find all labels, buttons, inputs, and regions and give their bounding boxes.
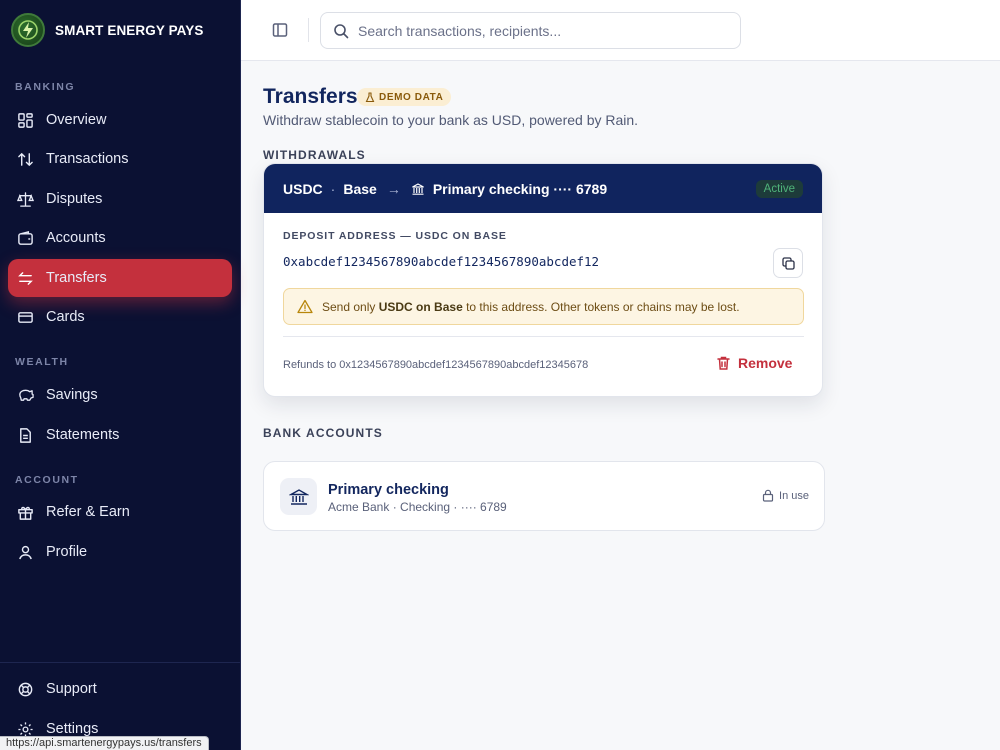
sidebar-divider: [0, 662, 240, 663]
bank-accounts-heading: BANK ACCOUNTS: [263, 426, 383, 440]
sidebar-item-label: Statements: [46, 427, 120, 443]
bank-account-name: Primary checking: [328, 482, 449, 498]
lifebuoy-icon: [18, 682, 33, 696]
warning-text: Send only USDC on Base to this address. …: [322, 300, 740, 314]
warning-text-bold: USDC on Base: [378, 299, 463, 314]
section-label-wealth: WEALTH: [15, 356, 69, 368]
separator-dot: ·: [330, 180, 336, 197]
in-use-label: In use: [779, 489, 809, 502]
sidebar-item-label: Disputes: [46, 191, 103, 207]
sidebar-item-support[interactable]: Support: [8, 670, 232, 708]
gift-icon: [18, 506, 33, 520]
deposit-address-label: DEPOSIT ADDRESS — USDC ON BASE: [283, 230, 507, 242]
topbar: [241, 0, 1000, 61]
grid-icon: [18, 112, 33, 128]
status-badge: Active: [755, 179, 803, 198]
sidebar-item-transactions[interactable]: Transactions: [8, 140, 232, 178]
bank-account-card[interactable]: Primary checking Acme Bank · Checking · …: [263, 461, 825, 531]
wallet-icon: [18, 230, 33, 245]
withdrawal-card-header: USDC · Base → Primary checking ···· 6789…: [264, 164, 822, 213]
chain-label: Base: [343, 180, 377, 197]
remove-label: Remove: [738, 355, 793, 371]
sidebar-item-label: Settings: [46, 721, 99, 737]
sidebar-item-label: Cards: [46, 309, 85, 325]
sidebar-toggle-icon: [272, 23, 288, 37]
warning-icon: [297, 299, 313, 314]
sidebar-item-overview[interactable]: Overview: [8, 101, 232, 139]
sidebar-item-disputes[interactable]: Disputes: [8, 180, 232, 218]
warning-text-post: to this address. Other tokens or chains …: [462, 299, 740, 314]
trash-icon: [717, 356, 730, 370]
sidebar-item-label: Overview: [46, 112, 107, 128]
deposit-address: 0xabcdef1234567890abcdef1234567890abcdef…: [283, 254, 600, 269]
sidebar-item-transfers[interactable]: Transfers: [8, 259, 232, 297]
scale-icon: [17, 191, 34, 207]
sidebar-toggle-button[interactable]: [270, 20, 290, 40]
gear-icon: [18, 721, 33, 737]
sidebar: SMART ENERGY PAYS BANKING Overview Trans…: [0, 0, 241, 750]
token-label: USDC: [283, 180, 323, 197]
user-icon: [19, 545, 32, 559]
search-icon: [334, 23, 349, 38]
sidebar-item-savings[interactable]: Savings: [8, 376, 232, 414]
card-divider: [283, 336, 804, 337]
demo-badge-label: DEMO DATA: [379, 91, 444, 103]
bank-icon: [280, 478, 317, 515]
warning-banner: Send only USDC on Base to this address. …: [283, 288, 804, 325]
sidebar-item-profile[interactable]: Profile: [8, 533, 232, 571]
sidebar-item-label: Profile: [46, 544, 88, 560]
sidebar-item-label: Transactions: [46, 151, 129, 167]
withdrawals-heading: WITHDRAWALS: [263, 148, 366, 162]
withdrawal-card: USDC · Base → Primary checking ···· 6789…: [263, 163, 823, 397]
bank-account-meta: Acme Bank · Checking · ···· 6789: [328, 500, 507, 514]
section-label-account: ACCOUNT: [15, 474, 79, 486]
page-title: Transfers: [263, 85, 358, 108]
brand-name: SMART ENERGY PAYS: [55, 22, 204, 38]
bank-icon: [412, 182, 424, 195]
sidebar-item-label: Accounts: [46, 230, 106, 246]
sidebar-item-label: Transfers: [46, 270, 107, 286]
search-input[interactable]: [358, 22, 718, 39]
copy-icon: [781, 256, 795, 270]
piggy-bank-icon: [19, 389, 34, 401]
status-bar-url: https://api.smartenergypays.us/transfers: [0, 736, 209, 750]
destination-label: Primary checking ···· 6789: [432, 180, 608, 197]
sidebar-item-label: Savings: [46, 387, 98, 403]
topbar-divider: [308, 18, 309, 42]
card-icon: [18, 311, 33, 323]
sidebar-item-refer-earn[interactable]: Refer & Earn: [8, 493, 232, 531]
arrow-right-icon: →: [386, 180, 401, 197]
sidebar-item-statements[interactable]: Statements: [8, 416, 232, 454]
section-label-banking: BANKING: [15, 81, 76, 93]
demo-data-badge: DEMO DATA: [357, 88, 452, 106]
sidebar-item-label: Refer & Earn: [46, 504, 130, 520]
brand-logo-icon: [11, 13, 45, 47]
remove-button[interactable]: Remove: [716, 355, 792, 371]
copy-address-button[interactable]: [773, 248, 803, 278]
document-icon: [20, 427, 31, 443]
refunds-address: Refunds to 0x1234567890abcdef1234567890a…: [283, 359, 589, 371]
sidebar-item-accounts[interactable]: Accounts: [8, 219, 232, 257]
transfer-icon: [18, 271, 33, 285]
warning-text-pre: Send only: [322, 299, 379, 314]
page-subtitle: Withdraw stablecoin to your bank as USD,…: [263, 112, 639, 128]
sidebar-item-cards[interactable]: Cards: [8, 298, 232, 336]
search-bar[interactable]: [320, 12, 741, 49]
arrows-up-down-icon: [18, 152, 33, 166]
sidebar-item-label: Support: [46, 681, 97, 697]
in-use-status: In use: [762, 489, 809, 502]
flask-icon: [365, 91, 375, 102]
brand[interactable]: SMART ENERGY PAYS: [11, 13, 204, 47]
lock-icon: [762, 489, 774, 502]
